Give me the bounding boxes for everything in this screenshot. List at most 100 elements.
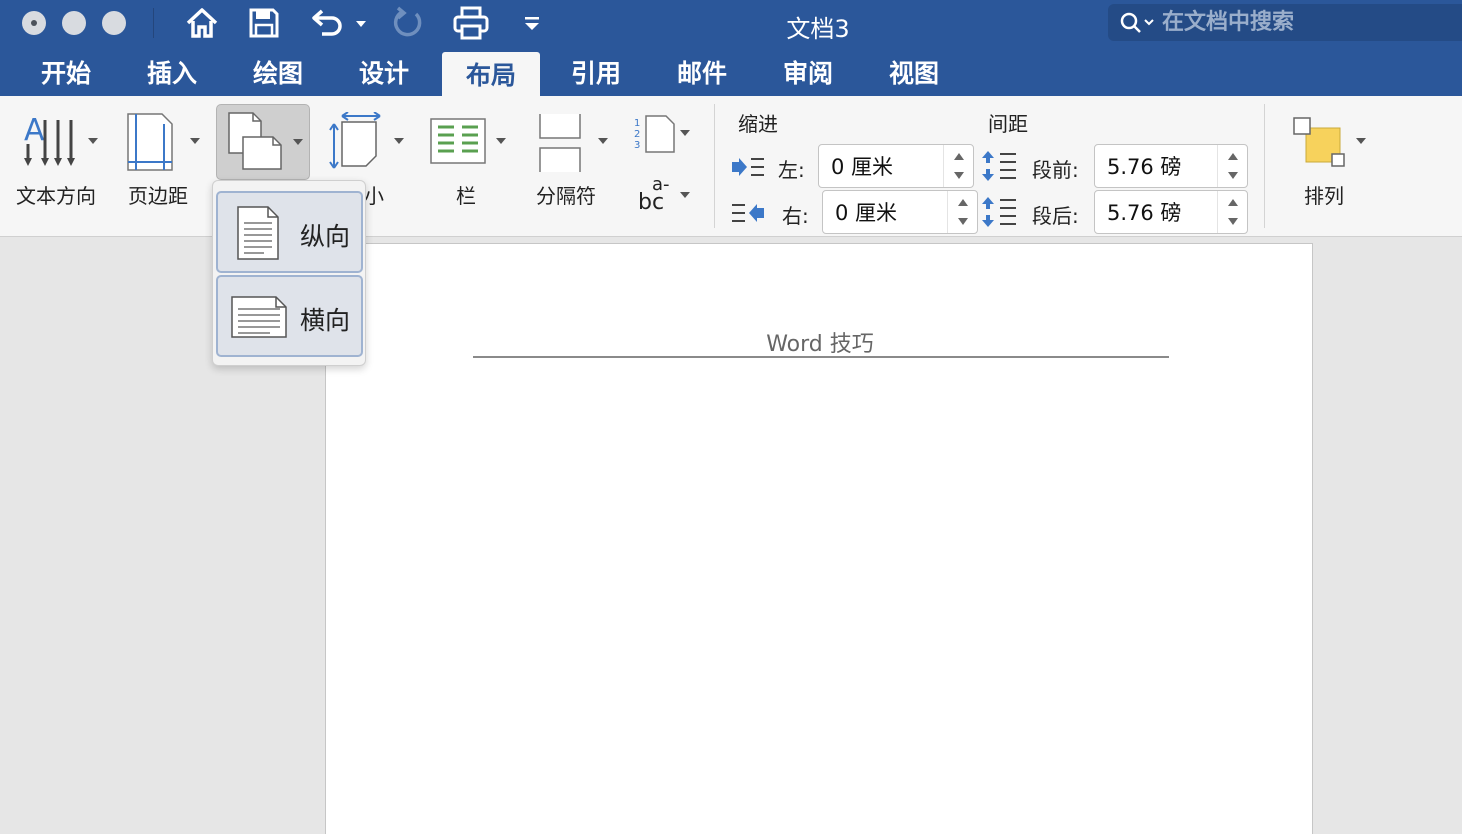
search-input[interactable] xyxy=(1162,9,1452,36)
minimize-window-button[interactable] xyxy=(62,11,86,35)
tab-view[interactable]: 视图 xyxy=(868,48,960,96)
indent-left-input[interactable] xyxy=(831,153,943,179)
orientation-menu: 纵向 横向 xyxy=(212,180,366,366)
columns-button[interactable]: 栏 xyxy=(424,108,514,208)
line-numbers-caret xyxy=(680,130,690,136)
orientation-icon xyxy=(228,112,282,170)
svg-text:3: 3 xyxy=(634,140,640,151)
print-icon xyxy=(453,6,489,40)
indent-left-stepper[interactable] xyxy=(943,145,973,187)
save-button[interactable] xyxy=(244,6,284,40)
landscape-label: 横向 xyxy=(300,306,351,335)
indent-right-input[interactable] xyxy=(835,199,947,225)
title-bar-separator xyxy=(153,8,154,38)
ribbon-tabs: 开始 插入 绘图 设计 布局 引用 邮件 审阅 视图 xyxy=(0,48,1462,96)
line-numbers-icon: 1 2 3 xyxy=(634,115,675,153)
customize-toolbar-button[interactable] xyxy=(518,6,546,40)
home-button[interactable] xyxy=(182,6,222,40)
undo-button[interactable] xyxy=(306,6,370,40)
tab-insert[interactable]: 插入 xyxy=(126,48,218,96)
hyphenation-glyph-bottom: bc xyxy=(638,190,665,215)
orientation-landscape-item[interactable]: 横向 xyxy=(216,275,363,357)
columns-caret xyxy=(496,138,506,144)
hyphenation-caret xyxy=(680,192,690,198)
portrait-label: 纵向 xyxy=(300,222,351,251)
arrange-caret xyxy=(1356,138,1366,144)
tab-layout[interactable]: 布局 xyxy=(442,52,540,96)
text-direction-caret xyxy=(88,138,98,144)
tab-home[interactable]: 开始 xyxy=(20,48,112,96)
breaks-button[interactable]: 分隔符 xyxy=(530,108,620,208)
indent-left-spinner[interactable] xyxy=(818,144,974,188)
arrange-icon xyxy=(1293,117,1345,167)
breaks-icon xyxy=(539,114,581,172)
tab-references[interactable]: 引用 xyxy=(550,48,642,96)
columns-icon xyxy=(430,118,486,164)
svg-text:A: A xyxy=(24,114,45,148)
columns-label: 栏 xyxy=(456,184,476,208)
line-numbers-button[interactable]: 1 2 3 xyxy=(630,112,696,158)
indent-right-spinner[interactable] xyxy=(822,190,978,234)
ribbon-separator xyxy=(714,104,715,228)
spacing-after-icon xyxy=(982,197,1016,227)
zoom-window-button[interactable] xyxy=(102,11,126,35)
indent-left-label: 左: xyxy=(778,158,805,182)
size-label: 小 xyxy=(364,184,384,208)
spacing-before-spinner[interactable] xyxy=(1094,144,1248,188)
breaks-caret xyxy=(598,138,608,144)
document-title: 文档3 xyxy=(786,15,850,43)
svg-text:1: 1 xyxy=(634,118,640,129)
spacing-before-icon xyxy=(982,151,1016,181)
redo-icon xyxy=(393,6,422,37)
text-direction-label: 文本方向 xyxy=(16,184,96,208)
margins-icon xyxy=(127,113,173,171)
search-box[interactable] xyxy=(1108,4,1462,41)
text-direction-icon: A xyxy=(24,114,75,166)
svg-text:2: 2 xyxy=(634,129,640,140)
text-direction-button[interactable]: A 文本方向 xyxy=(10,108,106,208)
margins-button[interactable]: 页边距 xyxy=(118,108,208,208)
indent-right-stepper[interactable] xyxy=(947,191,977,233)
landscape-icon xyxy=(231,296,287,338)
spacing-after-spinner[interactable] xyxy=(1094,190,1248,234)
spacing-before-input[interactable] xyxy=(1107,153,1219,179)
tab-mailings[interactable]: 邮件 xyxy=(656,48,748,96)
breaks-label: 分隔符 xyxy=(536,184,596,208)
spacing-after-stepper[interactable] xyxy=(1217,191,1247,233)
indent-right-icon xyxy=(732,204,764,222)
indent-header: 缩进 xyxy=(738,112,778,136)
document-page[interactable]: Word 技巧 xyxy=(325,243,1313,834)
undo-icon xyxy=(312,9,366,36)
customize-icon xyxy=(525,17,539,30)
close-window-button[interactable] xyxy=(22,11,46,35)
margins-caret xyxy=(190,138,200,144)
orientation-portrait-item[interactable]: 纵向 xyxy=(216,191,363,273)
spacing-before-label: 段前: xyxy=(1032,158,1079,182)
arrange-label: 排列 xyxy=(1304,184,1344,208)
indent-right-label: 右: xyxy=(782,204,809,228)
spacing-after-label: 段后: xyxy=(1032,204,1079,228)
orientation-button[interactable] xyxy=(216,104,310,180)
tab-draw[interactable]: 绘图 xyxy=(232,48,324,96)
margins-label: 页边距 xyxy=(128,184,188,208)
tab-review[interactable]: 审阅 xyxy=(762,48,854,96)
redo-button[interactable] xyxy=(386,6,430,40)
ribbon-separator xyxy=(1264,104,1265,228)
spacing-header: 间距 xyxy=(988,112,1028,136)
arrange-button[interactable]: 排列 xyxy=(1284,108,1374,208)
tab-design[interactable]: 设计 xyxy=(338,48,430,96)
spacing-after-input[interactable] xyxy=(1107,199,1219,225)
title-bar: 文档3 xyxy=(0,0,1462,48)
page-header-text[interactable]: Word 技巧 xyxy=(326,326,1314,358)
spacing-before-stepper[interactable] xyxy=(1217,145,1247,187)
page-header-rule xyxy=(473,356,1169,358)
print-button[interactable] xyxy=(450,6,492,40)
save-icon xyxy=(249,8,279,38)
size-icon xyxy=(329,112,381,169)
home-icon xyxy=(186,8,218,38)
indent-left-icon xyxy=(732,158,764,176)
orientation-caret xyxy=(293,139,303,145)
hyphenation-button[interactable]: a- bc xyxy=(630,174,696,222)
search-icon xyxy=(1120,12,1154,33)
size-caret xyxy=(394,138,404,144)
